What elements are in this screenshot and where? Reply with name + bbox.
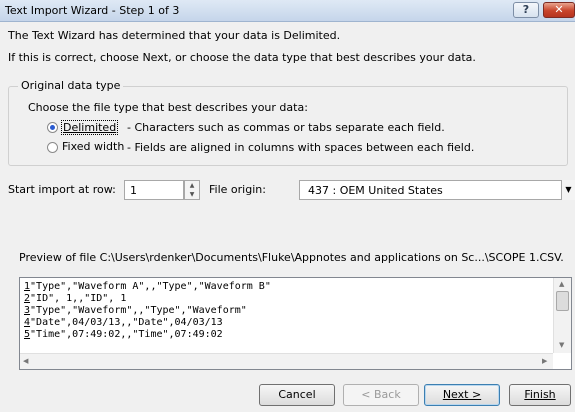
preview-row: 3"Type","Waveform",,"Type","Waveform" bbox=[24, 305, 247, 316]
close-button[interactable]: ✕ bbox=[543, 2, 575, 18]
original-data-type-legend: Original data type bbox=[18, 79, 124, 92]
spin-down-icon[interactable]: ▼ bbox=[185, 190, 199, 199]
scroll-left-icon[interactable]: ◀ bbox=[23, 357, 28, 365]
scroll-up-icon[interactable]: ▲ bbox=[559, 280, 564, 288]
file-origin-value: 437 : OEM United States bbox=[308, 184, 443, 197]
close-icon: ✕ bbox=[554, 3, 564, 16]
vertical-scroll-thumb[interactable] bbox=[556, 291, 569, 311]
preview-row: 1"Type","Waveform A",,"Type","Waveform B… bbox=[24, 281, 271, 292]
radio-selected-dot bbox=[50, 125, 55, 130]
start-row-spinner[interactable]: ▲ ▼ bbox=[184, 180, 200, 200]
preview-vertical-scrollbar[interactable]: ▲ ▼ bbox=[553, 278, 571, 353]
preview-row: 5"Time",07:49:02,,"Time",07:49:02 bbox=[24, 329, 223, 340]
scroll-right-icon[interactable]: ▶ bbox=[542, 357, 547, 365]
finish-button[interactable]: Finish bbox=[509, 384, 571, 406]
preview-label: Preview of file C:\Users\rdenker\Documen… bbox=[19, 251, 564, 264]
fixed-width-description: - Fields are aligned in columns with spa… bbox=[127, 141, 475, 154]
delimited-label[interactable]: Delimited bbox=[61, 120, 119, 135]
scroll-down-icon[interactable]: ▼ bbox=[559, 341, 564, 349]
intro-line-2: If this is correct, choose Next, or choo… bbox=[8, 51, 476, 64]
spin-up-icon[interactable]: ▲ bbox=[185, 181, 199, 190]
back-button[interactable]: < Back bbox=[343, 384, 419, 406]
start-row-value: 1 bbox=[130, 184, 137, 197]
preview-row: 4"Date",04/03/13,,"Date",04/03/13 bbox=[24, 317, 223, 328]
start-row-input[interactable]: 1 bbox=[124, 180, 184, 200]
fixed-width-label[interactable]: Fixed width bbox=[62, 140, 124, 153]
start-import-label: Start import at row: bbox=[8, 183, 116, 196]
file-origin-select[interactable]: 437 : OEM United States bbox=[299, 180, 575, 200]
cancel-button[interactable]: Cancel bbox=[259, 384, 335, 406]
delimited-description: - Characters such as commas or tabs sepa… bbox=[127, 121, 445, 134]
preview-row: 2"ID", 1,,"ID", 1 bbox=[24, 293, 127, 304]
chevron-down-icon[interactable]: ▼ bbox=[561, 180, 575, 200]
next-button[interactable]: Next > bbox=[424, 384, 500, 406]
window-title: Text Import Wizard - Step 1 of 3 bbox=[5, 4, 180, 17]
file-origin-label: File origin: bbox=[209, 183, 266, 196]
fixed-width-radio[interactable] bbox=[47, 142, 58, 153]
preview-horizontal-scrollbar[interactable]: ◀ ▶ bbox=[20, 353, 553, 369]
delimited-radio[interactable] bbox=[47, 122, 58, 133]
intro-line-1: The Text Wizard has determined that your… bbox=[8, 29, 341, 42]
help-icon: ? bbox=[522, 3, 530, 16]
file-type-prompt: Choose the file type that best describes… bbox=[28, 101, 308, 114]
help-button[interactable]: ? bbox=[513, 2, 539, 18]
